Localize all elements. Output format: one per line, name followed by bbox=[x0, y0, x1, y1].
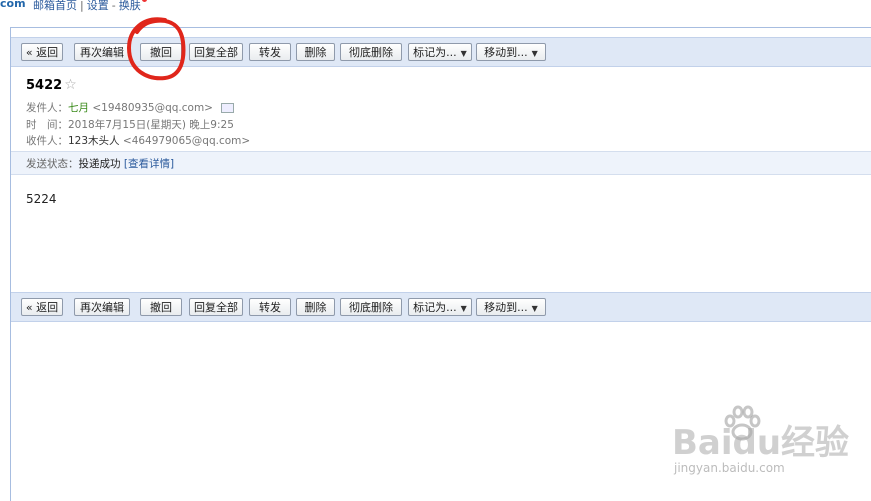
notification-dot-icon bbox=[141, 0, 147, 2]
to-row: 收件人：123木头人 <464979065@qq.com> bbox=[26, 133, 250, 148]
permanent-delete-button[interactable]: 彻底删除 bbox=[340, 298, 402, 316]
move-to-label: 移动到... bbox=[484, 46, 528, 59]
chevron-down-icon: ▼ bbox=[531, 49, 538, 58]
delete-button[interactable]: 删除 bbox=[296, 298, 335, 316]
mail-toolbar-top: « 返回 再次编辑 撤回 回复全部 转发 删除 彻底删除 标记为... ▼ 移动到… bbox=[11, 37, 871, 67]
from-label: 发件人： bbox=[26, 102, 68, 114]
to-label: 收件人： bbox=[26, 135, 68, 147]
star-icon[interactable]: ☆ bbox=[64, 77, 77, 93]
back-button[interactable]: « 返回 bbox=[21, 43, 63, 61]
to-email: <464979065@qq.com> bbox=[122, 135, 251, 147]
delivery-status: 发送状态：投递成功 [查看详情] bbox=[26, 156, 174, 171]
mail-header: 5422 ☆ 发件人：七月 <19480935@qq.com> 时 间：2018年… bbox=[11, 69, 871, 151]
status-label: 发送状态： bbox=[26, 158, 79, 170]
forward-button[interactable]: 转发 bbox=[249, 298, 291, 316]
chevron-down-icon: ▼ bbox=[460, 49, 467, 58]
mail-subject: 5422 ☆ bbox=[26, 77, 77, 93]
mail-toolbar-bottom: « 返回 再次编辑 撤回 回复全部 转发 删除 彻底删除 标记为... ▼ 移动到… bbox=[11, 292, 871, 322]
logo-fragment: com bbox=[0, 0, 26, 10]
move-to-dropdown[interactable]: 移动到... ▼ bbox=[476, 298, 546, 316]
from-email: <19480935@qq.com> bbox=[92, 102, 213, 114]
permanent-delete-button[interactable]: 彻底删除 bbox=[340, 43, 402, 61]
move-to-label: 移动到... bbox=[484, 301, 528, 314]
watermark-url: jingyan.baidu.com bbox=[674, 461, 785, 475]
nav-separator: | bbox=[80, 0, 84, 12]
time-value: 2018年7月15日(星期天) 晚上9:25 bbox=[68, 119, 234, 131]
nav-link-mail-home[interactable]: 邮箱首页 bbox=[33, 0, 77, 12]
reply-all-button[interactable]: 回复全部 bbox=[189, 298, 243, 316]
baidu-watermark: Baidu经验 jingyan.baidu.com bbox=[672, 405, 862, 485]
to-name[interactable]: 123木头人 bbox=[68, 135, 120, 147]
recall-button[interactable]: 撤回 bbox=[140, 43, 182, 61]
move-to-dropdown[interactable]: 移动到... ▼ bbox=[476, 43, 546, 61]
back-button[interactable]: « 返回 bbox=[21, 298, 63, 316]
nav-separator: - bbox=[111, 0, 116, 12]
chevron-down-icon: ▼ bbox=[460, 304, 467, 313]
from-name[interactable]: 七月 bbox=[68, 102, 89, 114]
time-row: 时 间：2018年7月15日(星期天) 晚上9:25 bbox=[26, 117, 234, 132]
nav-link-skin[interactable]: 换肤 bbox=[119, 0, 141, 12]
nav-link-settings[interactable]: 设置 bbox=[87, 0, 109, 12]
delete-button[interactable]: 删除 bbox=[296, 43, 335, 61]
mark-as-dropdown[interactable]: 标记为... ▼ bbox=[408, 298, 472, 316]
mark-as-label: 标记为... bbox=[413, 301, 457, 314]
edit-again-button[interactable]: 再次编辑 bbox=[74, 298, 130, 316]
status-value: 投递成功 bbox=[78, 158, 121, 170]
mark-as-dropdown[interactable]: 标记为... ▼ bbox=[408, 43, 472, 61]
chevron-down-icon: ▼ bbox=[531, 304, 538, 313]
top-nav-links: 邮箱首页 | 设置 - 换肤 bbox=[33, 0, 147, 13]
subject-text: 5422 bbox=[26, 78, 63, 93]
forward-button[interactable]: 转发 bbox=[249, 43, 291, 61]
mail-body: 5224 bbox=[26, 192, 57, 206]
mark-as-label: 标记为... bbox=[413, 46, 457, 59]
time-label: 时 间： bbox=[26, 119, 68, 131]
delivery-status-bar: 发送状态：投递成功 [查看详情] bbox=[11, 151, 871, 175]
top-nav: com 邮箱首页 | 设置 - 换肤 bbox=[0, 0, 871, 14]
watermark-brand: Baidu经验 bbox=[672, 423, 850, 463]
contact-card-icon[interactable] bbox=[220, 103, 234, 113]
recall-button[interactable]: 撤回 bbox=[140, 298, 182, 316]
view-details-link[interactable]: [查看详情] bbox=[124, 158, 174, 170]
reply-all-button[interactable]: 回复全部 bbox=[189, 43, 243, 61]
edit-again-button[interactable]: 再次编辑 bbox=[74, 43, 130, 61]
from-row: 发件人：七月 <19480935@qq.com> bbox=[26, 100, 234, 115]
